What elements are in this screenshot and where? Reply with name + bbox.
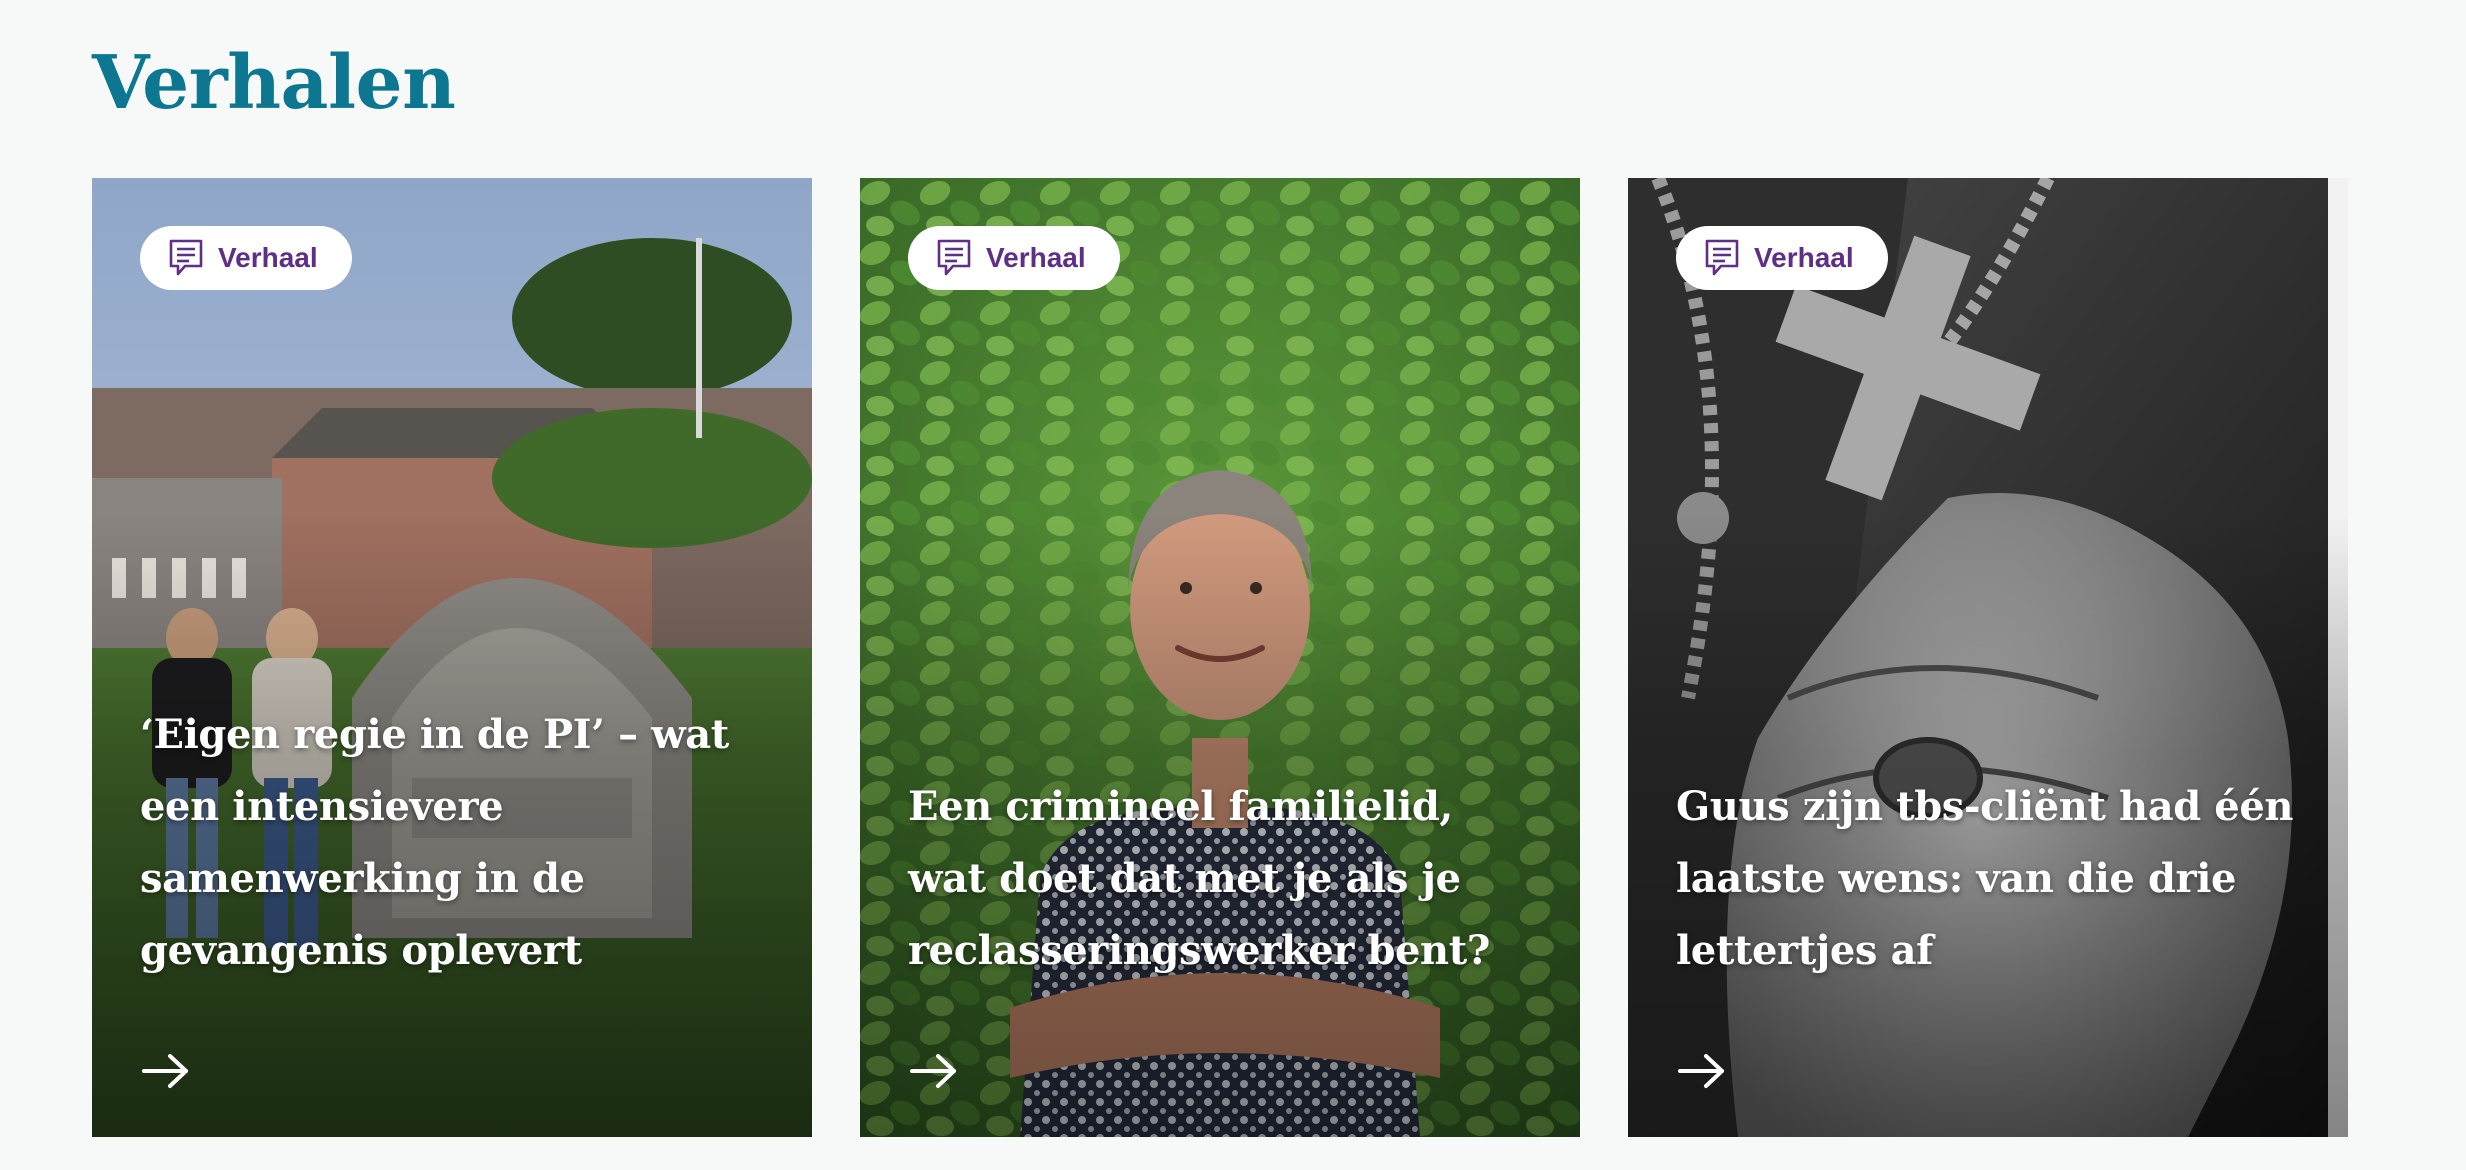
story-card-1[interactable]: Verhaal ‘Eigen regie in de PI’ – wat een… xyxy=(92,178,812,1137)
section-title: Verhalen xyxy=(92,40,456,126)
comment-icon xyxy=(936,238,972,278)
badge-label: Verhaal xyxy=(986,242,1086,273)
card-title[interactable]: Een crimineel familielid, wat doet dat m… xyxy=(908,771,1540,987)
arrow-right-icon[interactable] xyxy=(1676,1051,1728,1091)
comment-icon xyxy=(168,238,204,278)
verhaal-badge: Verhaal xyxy=(908,226,1120,290)
badge-label: Verhaal xyxy=(1754,242,1854,273)
story-cards: Verhaal ‘Eigen regie in de PI’ – wat een… xyxy=(92,178,2348,1137)
verhaal-badge: Verhaal xyxy=(1676,226,1888,290)
story-card-2[interactable]: Verhaal Een crimineel familielid, wat do… xyxy=(860,178,1580,1137)
story-card-3[interactable]: Verhaal Guus zijn tbs-cliënt had één laa… xyxy=(1628,178,2348,1137)
card-title[interactable]: ‘Eigen regie in de PI’ – wat een intensi… xyxy=(140,699,772,987)
verhaal-badge: Verhaal xyxy=(140,226,352,290)
badge-label: Verhaal xyxy=(218,242,318,273)
arrow-right-icon[interactable] xyxy=(908,1051,960,1091)
card-title[interactable]: Guus zijn tbs-cliënt had één laatste wen… xyxy=(1676,771,2308,987)
comment-icon xyxy=(1704,238,1740,278)
arrow-right-icon[interactable] xyxy=(140,1051,192,1091)
